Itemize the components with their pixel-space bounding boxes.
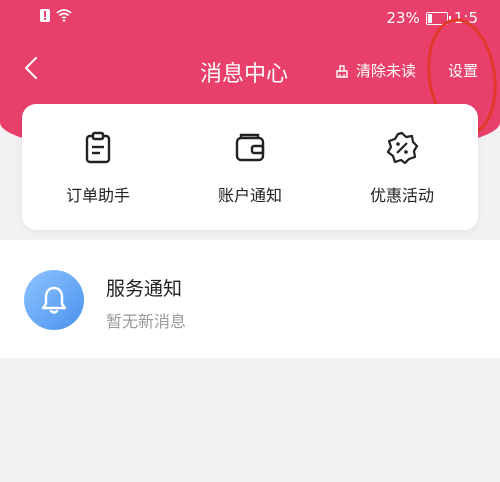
notice-subtitle: 暂无新消息 xyxy=(106,312,187,331)
wifi-icon xyxy=(56,9,72,22)
discount-icon xyxy=(386,131,419,165)
broom-icon xyxy=(336,64,348,78)
navigation-bar: 消息中心 清除未读 设置 xyxy=(0,44,500,92)
page-title: 消息中心 xyxy=(200,62,289,87)
bell-avatar xyxy=(24,270,84,330)
wallet-icon xyxy=(235,133,265,162)
entry-label: 订单助手 xyxy=(65,186,130,205)
entry-label: 优惠活动 xyxy=(369,186,434,205)
entry-order-assistant[interactable]: 订单助手 xyxy=(38,130,158,206)
battery-percent: 23% xyxy=(386,9,420,27)
entry-label: 账户通知 xyxy=(217,186,282,205)
status-bar: 23% 1:5 xyxy=(0,0,500,36)
entry-promotions[interactable]: 优惠活动 xyxy=(342,130,462,206)
back-arrow-icon[interactable] xyxy=(18,54,46,82)
bell-icon xyxy=(41,286,67,314)
alert-icon xyxy=(40,9,50,22)
clear-unread-button[interactable]: 清除未读 xyxy=(334,60,416,81)
entry-account-notice[interactable]: 账户通知 xyxy=(190,130,310,206)
notice-title: 服务通知 xyxy=(106,278,183,300)
quick-entry-card: 订单助手 账户通知 优惠活动 xyxy=(22,104,478,230)
clear-unread-label: 清除未读 xyxy=(356,62,417,80)
order-icon xyxy=(85,131,111,164)
service-notice-item[interactable]: 服务通知 暂无新消息 xyxy=(0,240,500,358)
